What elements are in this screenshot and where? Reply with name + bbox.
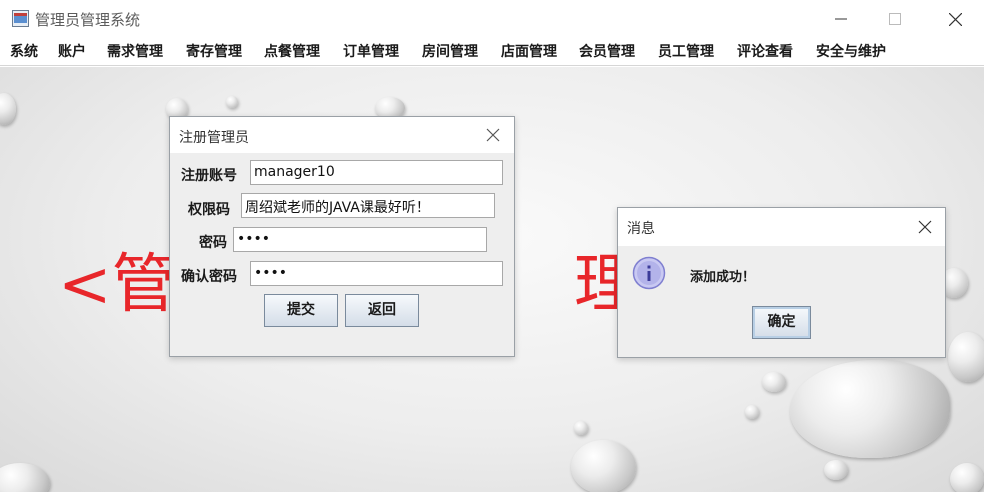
window-title-bar[interactable]: 管理员管理系统 xyxy=(0,0,984,38)
water-drop xyxy=(790,360,950,458)
menu-bar: 系统 账户 需求管理 寄存管理 点餐管理 订单管理 房间管理 店面管理 会员管理… xyxy=(0,38,984,66)
ok-button[interactable]: 确定 xyxy=(752,306,811,339)
password-label: 密码 xyxy=(199,235,227,251)
account-input[interactable]: manager10 xyxy=(250,160,503,185)
java-app-icon xyxy=(12,10,29,27)
menu-order-management[interactable]: 订单管理 xyxy=(343,41,399,61)
register-dialog-title: 注册管理员 xyxy=(179,130,249,146)
close-icon xyxy=(949,13,962,26)
menu-ordering-management[interactable]: 点餐管理 xyxy=(264,41,320,61)
password-input[interactable]: •••• xyxy=(233,227,487,252)
message-dialog: 消息 添加成功！ 确定 xyxy=(617,207,946,358)
menu-security-maintenance[interactable]: 安全与维护 xyxy=(816,41,886,61)
water-drop xyxy=(571,440,636,492)
menu-comments[interactable]: 评论查看 xyxy=(737,41,793,61)
submit-button[interactable]: 提交 xyxy=(264,294,338,327)
message-dialog-title-bar[interactable]: 消息 xyxy=(618,208,945,246)
menu-staff-management[interactable]: 员工管理 xyxy=(658,41,714,61)
close-icon[interactable] xyxy=(918,220,932,234)
confirm-password-input[interactable]: •••• xyxy=(250,261,503,286)
water-drop xyxy=(762,372,786,392)
account-label: 注册账号 xyxy=(181,168,237,184)
maximize-icon xyxy=(889,13,901,25)
message-dialog-title: 消息 xyxy=(627,221,655,237)
water-drop xyxy=(0,463,50,492)
menu-storage-management[interactable]: 寄存管理 xyxy=(186,41,242,61)
water-drop xyxy=(0,93,16,125)
close-button[interactable] xyxy=(932,0,978,38)
background-title-left: <管 xyxy=(58,248,176,322)
menu-store-management[interactable]: 店面管理 xyxy=(501,41,557,61)
close-icon[interactable] xyxy=(486,128,500,142)
water-drop xyxy=(948,332,984,382)
permission-code-input[interactable]: 周绍斌老师的JAVA课最好听！ xyxy=(241,193,495,218)
register-admin-dialog: 注册管理员 注册账号 manager10 权限码 周绍斌老师的JAVA课最好听！… xyxy=(169,116,515,357)
menu-account[interactable]: 账户 xyxy=(58,41,86,61)
maximize-button[interactable] xyxy=(872,0,918,38)
confirm-password-label: 确认密码 xyxy=(181,269,237,285)
back-button[interactable]: 返回 xyxy=(345,294,419,327)
water-drop xyxy=(824,460,848,480)
permission-code-label: 权限码 xyxy=(188,202,230,218)
info-icon xyxy=(632,256,666,290)
menu-room-management[interactable]: 房间管理 xyxy=(422,41,478,61)
menu-system[interactable]: 系统 xyxy=(10,41,38,61)
menu-demand-management[interactable]: 需求管理 xyxy=(107,41,163,61)
minimize-button[interactable] xyxy=(818,0,864,38)
water-drop xyxy=(950,463,984,492)
water-drop xyxy=(226,96,238,108)
water-drop xyxy=(745,405,759,419)
register-dialog-title-bar[interactable]: 注册管理员 xyxy=(170,117,514,153)
water-drop xyxy=(574,421,588,435)
message-text: 添加成功！ xyxy=(690,270,756,285)
window-title: 管理员管理系统 xyxy=(35,11,141,29)
menu-member-management[interactable]: 会员管理 xyxy=(579,41,635,61)
minimize-icon xyxy=(835,18,847,20)
